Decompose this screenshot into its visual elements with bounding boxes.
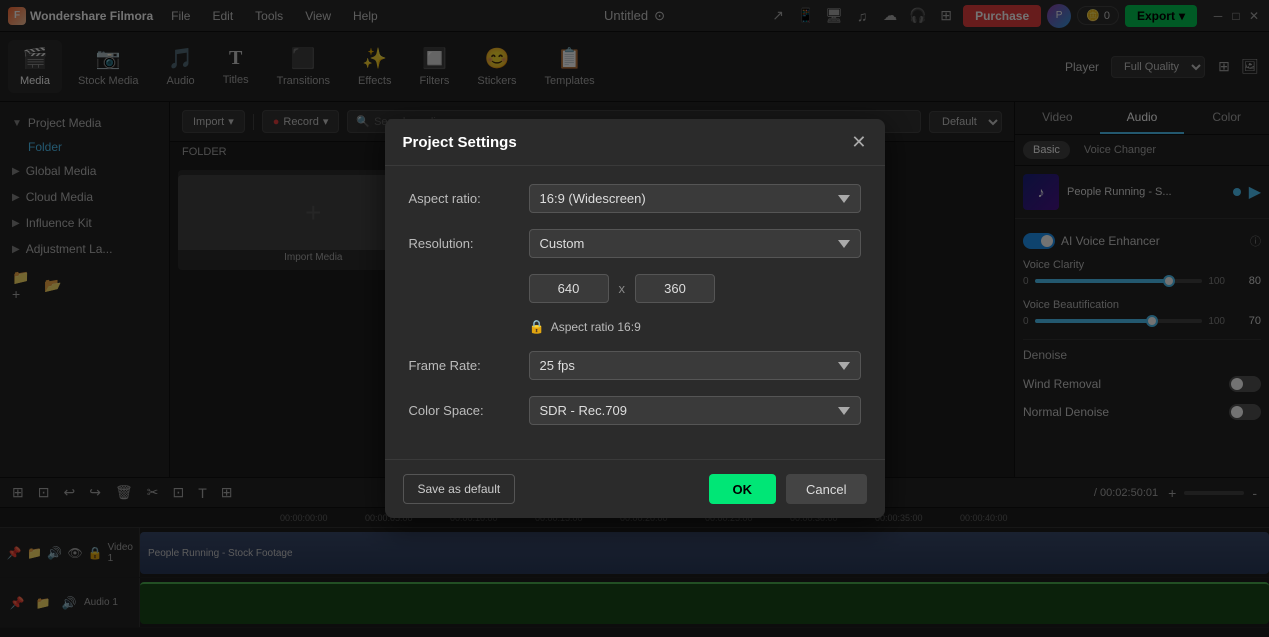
- color-space-label: Color Space:: [409, 403, 529, 418]
- color-space-select[interactable]: SDR - Rec.709 HDR - Rec.2020: [529, 396, 861, 425]
- aspect-ratio-control: 16:9 (Widescreen) 4:3 1:1 9:16 Custom: [529, 184, 861, 213]
- dimension-separator: x: [619, 281, 626, 296]
- frame-rate-control: 25 fps 24 fps 30 fps 60 fps: [529, 351, 861, 380]
- aspect-lock-row: 🔒 Aspect ratio 16:9: [529, 319, 861, 335]
- lock-icon: 🔒: [529, 319, 545, 335]
- dimension-row: x: [529, 274, 861, 303]
- ok-button[interactable]: OK: [709, 474, 777, 504]
- color-space-row: Color Space: SDR - Rec.709 HDR - Rec.202…: [409, 396, 861, 425]
- aspect-ratio-select[interactable]: 16:9 (Widescreen) 4:3 1:1 9:16 Custom: [529, 184, 861, 213]
- resolution-control: Custom 1920x1080 1280x720: [529, 229, 861, 258]
- frame-rate-select[interactable]: 25 fps 24 fps 30 fps 60 fps: [529, 351, 861, 380]
- project-settings-dialog: Project Settings ✕ Aspect ratio: 16:9 (W…: [385, 119, 885, 518]
- dialog-header: Project Settings ✕: [385, 119, 885, 166]
- dialog-close-button[interactable]: ✕: [851, 133, 866, 151]
- width-input[interactable]: [529, 274, 609, 303]
- dialog-overlay: Project Settings ✕ Aspect ratio: 16:9 (W…: [0, 0, 1269, 637]
- color-space-control: SDR - Rec.709 HDR - Rec.2020: [529, 396, 861, 425]
- dialog-body: Aspect ratio: 16:9 (Widescreen) 4:3 1:1 …: [385, 166, 885, 459]
- aspect-lock-text: Aspect ratio 16:9: [551, 320, 641, 334]
- resolution-label: Resolution:: [409, 236, 529, 251]
- aspect-ratio-row: Aspect ratio: 16:9 (Widescreen) 4:3 1:1 …: [409, 184, 861, 213]
- save-default-button[interactable]: Save as default: [403, 474, 516, 504]
- dialog-title: Project Settings: [403, 134, 517, 151]
- frame-rate-label: Frame Rate:: [409, 358, 529, 373]
- aspect-ratio-label: Aspect ratio:: [409, 191, 529, 206]
- height-input[interactable]: [635, 274, 715, 303]
- cancel-button[interactable]: Cancel: [786, 474, 866, 504]
- frame-rate-row: Frame Rate: 25 fps 24 fps 30 fps 60 fps: [409, 351, 861, 380]
- dialog-footer: Save as default OK Cancel: [385, 459, 885, 518]
- resolution-row: Resolution: Custom 1920x1080 1280x720: [409, 229, 861, 258]
- resolution-select[interactable]: Custom 1920x1080 1280x720: [529, 229, 861, 258]
